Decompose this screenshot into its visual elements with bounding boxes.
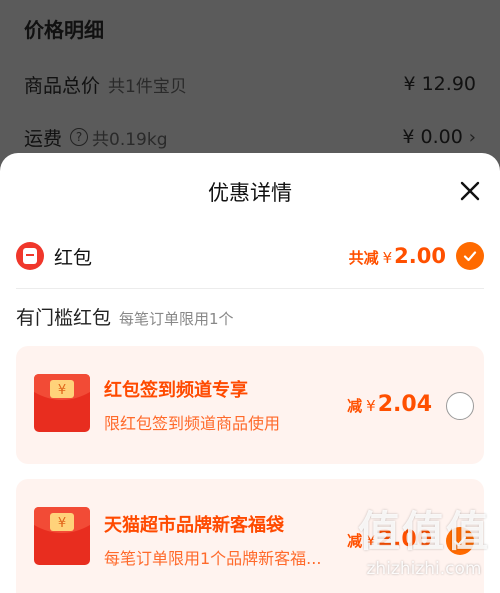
goods-total-row: 商品总价 共1件宝贝 ¥ 12.90 [24, 69, 476, 99]
svg-text:¥: ¥ [58, 383, 66, 398]
svg-text:¥: ¥ [58, 516, 66, 531]
coupon-amount: 减 ¥ 2.04 [347, 392, 432, 417]
red-envelope-icon: ¥ [34, 374, 90, 432]
coupon-prefix: 减 [347, 397, 363, 415]
watermark-logo: 值值值 [357, 507, 490, 556]
red-envelope-icon: ¥ [34, 507, 90, 565]
sheet-header: 优惠详情 [0, 153, 500, 231]
section-title: 有门槛红包 [16, 307, 112, 329]
close-icon[interactable] [456, 177, 484, 205]
help-icon[interactable]: ? [70, 128, 89, 146]
coupon-desc: 限红包签到频道商品使用 [104, 414, 281, 433]
chevron-right-icon: › [468, 126, 476, 148]
coupon-radio[interactable] [446, 392, 474, 420]
total-value: 2.00 [394, 244, 446, 268]
total-currency: ¥ [382, 249, 393, 267]
divider [16, 288, 484, 289]
watermark-url: zhizhizhi.com [366, 559, 482, 579]
red-packet-icon [16, 242, 44, 270]
goods-total-amount: ¥ 12.90 [403, 73, 476, 95]
coupon-card[interactable]: ¥ 红包签到频道专享 限红包签到频道商品使用 减 ¥ 2.04 [16, 346, 484, 464]
checkmark-icon [463, 251, 477, 262]
red-packet-checkbox[interactable] [456, 242, 484, 270]
sheet-title: 优惠详情 [208, 181, 292, 205]
shipping-label: 运费 [24, 127, 63, 150]
coupon-currency: ¥ [366, 397, 376, 415]
shipping-row[interactable]: 运费 ? 共0.19kg ¥ 0.00 › [24, 122, 476, 152]
red-packet-row[interactable]: 红包 共减 ¥ 2.00 [16, 239, 484, 273]
coupon-value: 2.04 [377, 392, 432, 417]
section-subtitle: 每笔订单限用1个 [119, 310, 234, 328]
coupon-desc: 每笔订单限用1个品牌新客福... [104, 549, 322, 568]
total-prefix: 共减 [348, 249, 379, 267]
watermark: 值值值 zhizhizhi.com [358, 498, 490, 579]
red-packet-total: 共减 ¥ 2.00 [349, 244, 446, 268]
red-packet-label: 红包 [54, 246, 93, 269]
coupon-name: 红包签到频道专享 [104, 380, 248, 401]
threshold-red-packet-section: 有门槛红包 每笔订单限用1个 [16, 303, 234, 330]
shipping-amount: ¥ 0.00 [402, 126, 463, 148]
goods-total-label: 商品总价 [24, 74, 101, 97]
shipping-weight: 共0.19kg [92, 129, 168, 150]
coupon-name: 天猫超市品牌新客福袋 [104, 515, 284, 536]
price-detail-title: 价格明细 [24, 18, 104, 42]
goods-count: 共1件宝贝 [108, 76, 187, 97]
